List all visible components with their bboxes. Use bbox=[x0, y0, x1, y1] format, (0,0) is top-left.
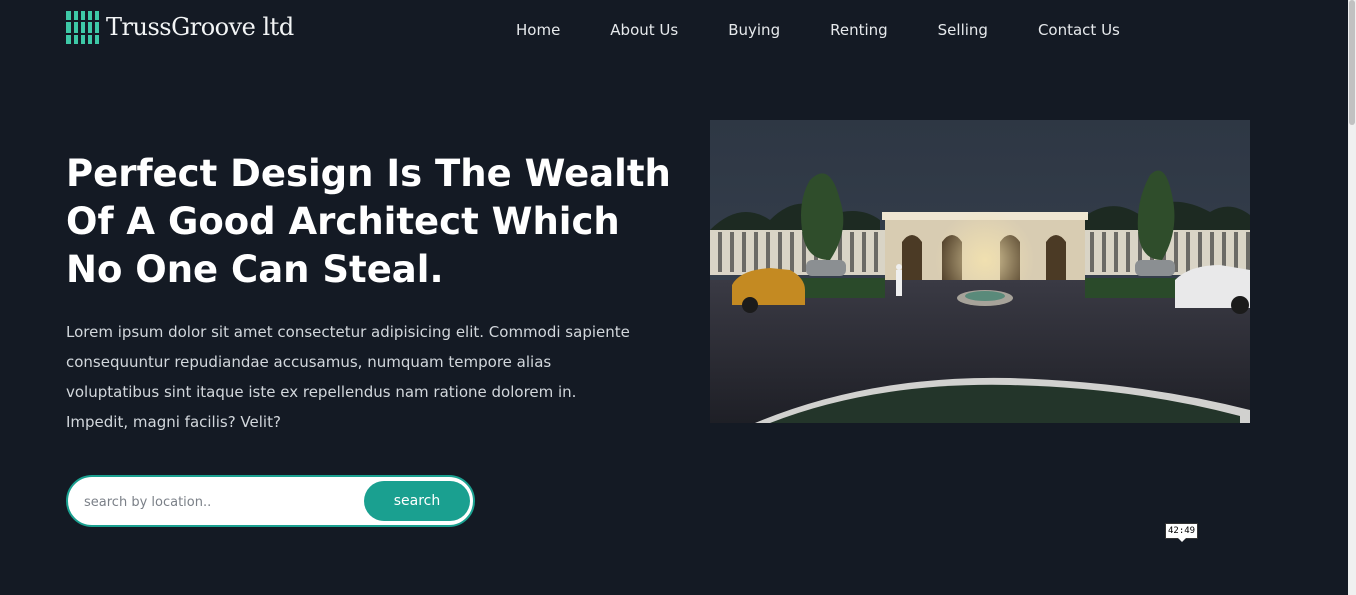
building-logo-icon bbox=[66, 11, 99, 44]
hero-title: Perfect Design Is The Wealth Of A Good A… bbox=[66, 152, 671, 291]
main-nav: Home About Us Buying Renting Selling Con… bbox=[516, 20, 1120, 40]
nav-item-contact-us[interactable]: Contact Us bbox=[1038, 20, 1120, 40]
hero-description: Lorem ipsum dolor sit amet consectetur a… bbox=[66, 323, 630, 431]
page-scrollbar[interactable] bbox=[1348, 0, 1356, 595]
video-timestamp-tooltip: 42:49 bbox=[1165, 523, 1199, 542]
hero-image bbox=[710, 120, 1250, 423]
scrollbar-thumb[interactable] bbox=[1349, 0, 1355, 125]
site-header: TrussGroove ltd Home About Us Buying Ren… bbox=[0, 0, 1348, 60]
search-input[interactable] bbox=[82, 477, 366, 525]
brand-name: TrussGroove ltd bbox=[106, 13, 294, 41]
location-search-form: search bbox=[66, 475, 475, 527]
nav-item-selling[interactable]: Selling bbox=[938, 20, 988, 40]
nav-item-buying[interactable]: Buying bbox=[728, 20, 780, 40]
brand-logo[interactable]: TrussGroove ltd bbox=[66, 11, 294, 44]
nav-item-about-us[interactable]: About Us bbox=[610, 20, 678, 40]
search-button[interactable]: search bbox=[364, 481, 470, 521]
nav-item-home[interactable]: Home bbox=[516, 20, 560, 40]
villa-night-illustration bbox=[710, 120, 1250, 423]
nav-item-renting[interactable]: Renting bbox=[830, 20, 888, 40]
